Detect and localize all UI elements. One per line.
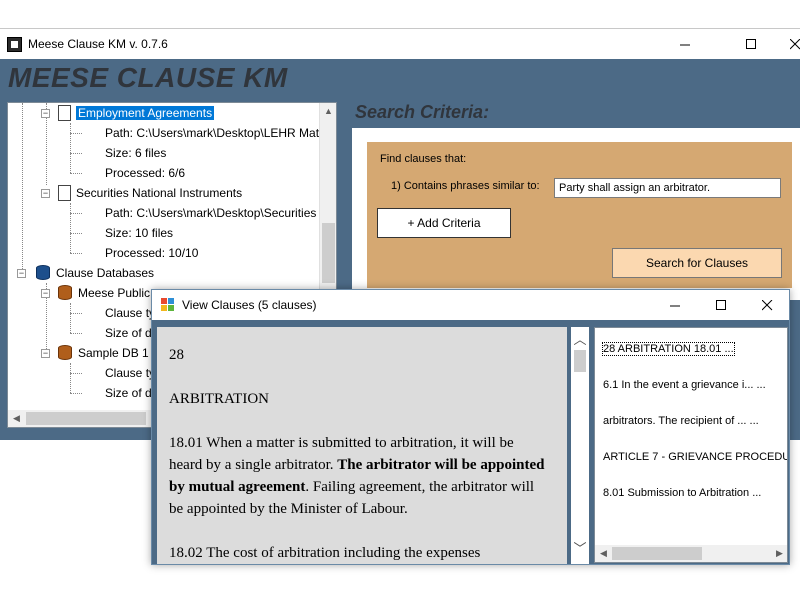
database-icon — [58, 345, 72, 361]
search-panel: Find clauses that: 1) Contains phrases s… — [352, 128, 800, 300]
minimize-icon — [679, 44, 690, 45]
tree-node-label: Clause Databases — [56, 266, 155, 280]
clause-paragraph: 18.02 The cost of arbitration including … — [169, 545, 481, 561]
collapse-toggle[interactable]: − — [41, 189, 50, 198]
tree-node-employment-agreements[interactable]: Employment Agreements — [58, 104, 215, 122]
tree-guide — [70, 153, 82, 154]
document-icon — [58, 104, 71, 121]
app-icon — [7, 37, 22, 52]
list-item[interactable]: 8.01 Submission to Arbitration ... — [603, 487, 761, 499]
tree-node-label: Securities National Instruments — [76, 186, 243, 200]
scrollbar-thumb[interactable] — [322, 223, 335, 283]
maximize-icon — [745, 38, 756, 49]
clause-view-scrollbar[interactable]: ︿ ﹀ — [571, 327, 589, 564]
minimize-button[interactable] — [662, 29, 708, 59]
database-icon — [36, 265, 50, 281]
tree-node-label: Employment Agreements — [76, 106, 215, 120]
tree-leaf-path[interactable]: Path: C:\Users\mark\Desktop\Securities N… — [105, 204, 336, 222]
collapse-toggle[interactable]: − — [41, 289, 50, 298]
tree-guide — [70, 363, 71, 393]
popup-title: View Clauses (5 clauses) — [182, 298, 317, 312]
scroll-right-arrow-icon[interactable]: ▶ — [771, 545, 787, 562]
tree-leaf-path[interactable]: Path: C:\Users\mark\Desktop\LEHR Materia — [105, 124, 336, 142]
maximize-icon — [715, 299, 726, 310]
popup-minimize-button[interactable] — [652, 290, 698, 320]
popup-maximize-button[interactable] — [698, 290, 744, 320]
document-icon — [58, 184, 71, 201]
criteria-box: Find clauses that: 1) Contains phrases s… — [367, 142, 792, 288]
tree-node-meese-public[interactable]: Meese Public — [58, 284, 150, 302]
tree-guide — [70, 333, 82, 334]
window-title: Meese Clause KM v. 0.7.6 — [28, 37, 168, 51]
scrollbar-thumb[interactable] — [26, 412, 146, 425]
tree-node-sample-db-1[interactable]: Sample DB 1 — [58, 344, 149, 362]
clause-text-view[interactable]: 28 ARBITRATION 18.01 When a matter is su… — [157, 327, 567, 564]
clause-title: ARBITRATION — [169, 391, 269, 407]
search-criteria-heading: Search Criteria: — [355, 102, 490, 122]
tree-guide — [70, 213, 82, 214]
desktop: Meese Clause KM v. 0.7.6 MEESE CLAUSE KM — [0, 0, 800, 600]
tree-guide — [22, 103, 23, 273]
tree-guide — [70, 313, 82, 314]
collapse-toggle[interactable]: − — [41, 109, 50, 118]
tree-guide — [70, 123, 71, 173]
list-item[interactable]: arbitrators. The recipient of ... ... — [603, 415, 759, 427]
tree-node-label: Meese Public — [78, 286, 151, 300]
tree-guide — [70, 253, 82, 254]
criteria-1-label: 1) Contains phrases similar to: — [391, 180, 540, 192]
scrollbar-thumb[interactable] — [574, 350, 586, 372]
chevron-down-icon[interactable]: ﹀ — [571, 540, 589, 558]
tree-guide — [70, 303, 71, 333]
main-titlebar[interactable]: Meese Clause KM v. 0.7.6 — [0, 28, 800, 59]
popup-body: 28 ARBITRATION 18.01 When a matter is su… — [152, 320, 789, 564]
tree-leaf-size[interactable]: Size: 6 files — [105, 144, 166, 162]
close-icon — [761, 299, 772, 310]
clause-results-list[interactable]: 28 ARBITRATION 18.01 ... 6.1 In the even… — [594, 327, 788, 563]
tree-node-clause-databases[interactable]: Clause Databases — [36, 264, 154, 282]
tree-node-securities-national-instruments[interactable]: Securities National Instruments — [58, 184, 242, 202]
scroll-up-arrow-icon[interactable]: ▲ — [320, 103, 336, 120]
close-icon — [789, 38, 800, 49]
maximize-button[interactable] — [728, 29, 774, 59]
tree-guide — [70, 173, 82, 174]
close-button[interactable] — [780, 29, 800, 59]
scroll-left-arrow-icon[interactable]: ◀ — [8, 410, 25, 427]
form-icon — [161, 298, 175, 311]
tree-leaf-processed[interactable]: Processed: 10/10 — [105, 244, 198, 262]
list-item[interactable]: 6.1 In the event a grievance i... ... — [603, 379, 766, 391]
tree-guide — [70, 233, 82, 234]
tree-leaf-processed[interactable]: Processed: 6/6 — [105, 164, 185, 182]
popup-close-button[interactable] — [744, 290, 789, 320]
add-criteria-button[interactable]: + Add Criteria — [377, 208, 511, 238]
clause-paragraph: 18.01 When a matter is submitted to arbi… — [169, 432, 549, 520]
popup-titlebar[interactable]: View Clauses (5 clauses) — [152, 290, 789, 320]
tree-leaf-size[interactable]: Size: 10 files — [105, 224, 173, 242]
list-item[interactable]: ARTICLE 7 - GRIEVANCE PROCEDURE — [603, 451, 787, 463]
database-icon — [58, 285, 72, 301]
search-for-clauses-button[interactable]: Search for Clauses — [612, 248, 782, 278]
minimize-icon — [669, 305, 680, 306]
list-item[interactable]: 28 ARBITRATION 18.01 ... — [602, 342, 735, 356]
tree-guide — [70, 203, 71, 253]
tree-guide — [70, 373, 82, 374]
find-clauses-label: Find clauses that: — [380, 153, 467, 165]
scrollbar-thumb[interactable] — [612, 547, 702, 560]
scroll-left-arrow-icon[interactable]: ◀ — [595, 545, 612, 562]
app-heading: MEESE CLAUSE KM — [8, 62, 288, 93]
collapse-toggle[interactable]: − — [17, 269, 26, 278]
tree-guide — [70, 133, 82, 134]
clause-number: 28 — [169, 347, 184, 363]
tree-node-label: Sample DB 1 — [78, 346, 149, 360]
clause-list-horizontal-scrollbar[interactable]: ◀ ▶ — [595, 545, 787, 562]
tree-guide — [70, 393, 82, 394]
view-clauses-window[interactable]: View Clauses (5 clauses) 28 ARBITRATION … — [151, 289, 790, 565]
collapse-toggle[interactable]: − — [41, 349, 50, 358]
criteria-1-input[interactable]: Party shall assign an arbitrator. — [554, 178, 781, 198]
chevron-up-icon[interactable]: ︿ — [571, 331, 589, 349]
